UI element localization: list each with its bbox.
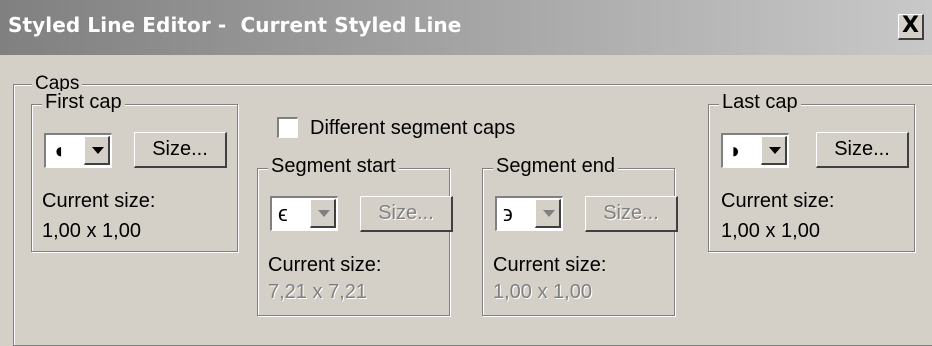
- first-cap-group: First cap ◖ Size... Current size: 1,00 x…: [31, 91, 238, 252]
- first-cap-label: First cap: [42, 91, 125, 114]
- half-circle-right-icon: ◗: [729, 138, 743, 163]
- segment-end-group: Segment end ϶ Size... Current size: 1,00…: [482, 155, 678, 316]
- segment-end-icon: ϶: [503, 201, 513, 226]
- segment-start-size-caption: Current size:: [268, 254, 382, 276]
- segment-start-icon: ϵ: [278, 201, 288, 226]
- last-cap-size-button[interactable]: Size...: [816, 132, 909, 168]
- close-icon: X: [902, 13, 919, 38]
- chevron-down-icon[interactable]: [535, 199, 561, 228]
- segment-start-group: Segment start ϵ Size... Current size: 7,…: [257, 155, 453, 316]
- segment-start-size-value: 7,21 x 7,21: [268, 281, 367, 303]
- half-circle-left-icon: ◖: [52, 138, 66, 163]
- segment-end-label: Segment end: [493, 155, 618, 178]
- segment-start-size-button[interactable]: Size...: [360, 196, 453, 232]
- chevron-down-icon[interactable]: [84, 136, 110, 165]
- segment-end-size-value: 1,00 x 1,00: [493, 281, 592, 303]
- chevron-down-icon[interactable]: [310, 199, 336, 228]
- segment-end-size-caption: Current size:: [493, 254, 607, 276]
- last-cap-label: Last cap: [719, 91, 801, 114]
- different-segment-caps-label[interactable]: Different segment caps: [310, 117, 515, 140]
- first-cap-size-caption: Current size:: [42, 190, 156, 212]
- different-segment-caps-checkbox[interactable]: [277, 117, 298, 138]
- last-cap-group: Last cap ◗ Size... Current size: 1,00 x …: [708, 91, 915, 252]
- last-cap-size-value: 1,00 x 1,00: [721, 220, 820, 242]
- segment-end-size-button[interactable]: Size...: [585, 196, 678, 232]
- first-cap-size-button[interactable]: Size...: [134, 132, 227, 168]
- close-button[interactable]: X: [898, 14, 924, 40]
- title-bar[interactable]: Styled Line Editor - Current Styled Line…: [0, 0, 932, 55]
- first-cap-size-value: 1,00 x 1,00: [42, 220, 141, 242]
- segment-start-dropdown[interactable]: ϵ: [270, 196, 338, 231]
- segment-start-label: Segment start: [268, 155, 399, 178]
- window-title: Styled Line Editor - Current Styled Line: [8, 13, 462, 37]
- last-cap-size-caption: Current size:: [721, 190, 835, 212]
- first-cap-dropdown[interactable]: ◖: [44, 133, 112, 168]
- segment-end-dropdown[interactable]: ϶: [495, 196, 563, 231]
- chevron-down-icon[interactable]: [761, 136, 787, 165]
- last-cap-dropdown[interactable]: ◗: [721, 133, 789, 168]
